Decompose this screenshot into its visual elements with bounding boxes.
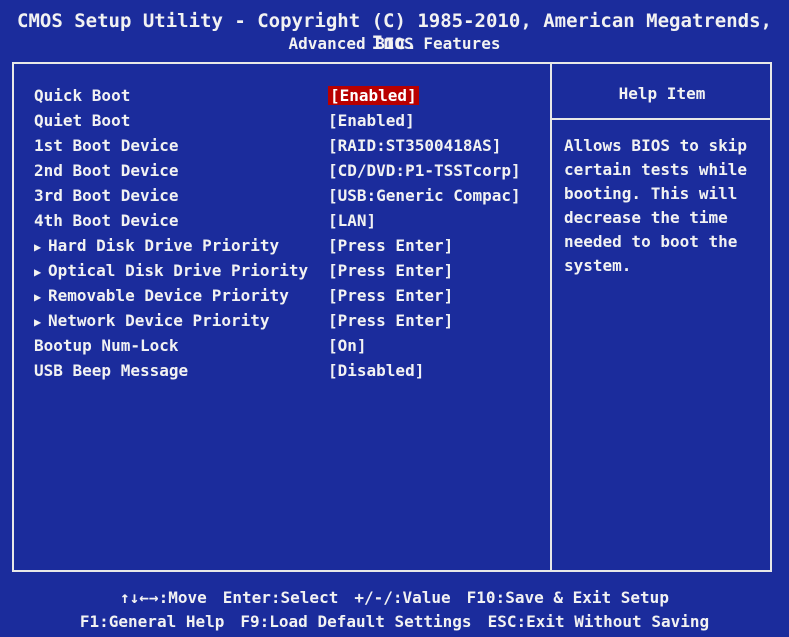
setting-label: 1st Boot Device	[34, 136, 179, 155]
help-text: Allows BIOS to skip certain tests while …	[564, 136, 748, 275]
setting-label: ▶ Removable Device Priority	[34, 286, 289, 305]
key-legend-line-2: F1:General Help F9:Load Default Settings E…	[0, 612, 789, 631]
key-legend: ↑↓←→:Move Enter:Select +/-/:Value F10:Save …	[0, 580, 789, 637]
setting-label: ▶ Network Device Priority	[34, 311, 270, 330]
bios-header: CMOS Setup Utility - Copyright (C) 1985-…	[0, 0, 789, 58]
key-hint: +/-/:Value	[354, 588, 451, 607]
setting-label: 3rd Boot Device	[34, 186, 179, 205]
key-hint: F10:Save & Exit Setup	[466, 588, 669, 607]
setting-value[interactable]: [Disabled]	[328, 361, 424, 380]
help-title: Help Item	[618, 84, 706, 103]
setting-label-text: 1st Boot Device	[34, 136, 179, 155]
setting-label-text: 4th Boot Device	[34, 211, 179, 230]
key-hint: F9:Load Default Settings	[240, 612, 472, 631]
panel-divider	[550, 64, 552, 570]
setting-label: ▶ Optical Disk Drive Priority	[34, 261, 308, 280]
key-hint: F1:General Help	[79, 612, 225, 631]
settings-frame: Quick Boot [Enabled] Quiet Boot [Enabled] 1s…	[12, 62, 772, 572]
submenu-arrow-icon: ▶	[34, 240, 42, 254]
submenu-arrow-icon: ▶	[34, 315, 42, 329]
key-legend-line-1: ↑↓←→:Move Enter:Select +/-/:Value F10:Save …	[0, 588, 789, 607]
key-hint: ↑↓←→:Move	[120, 588, 207, 607]
setting-label-text: Quick Boot	[34, 86, 131, 105]
setting-label: 4th Boot Device	[34, 211, 179, 230]
setting-value[interactable]: [RAID:ST3500418AS]	[328, 136, 501, 155]
setting-value[interactable]: [Press Enter]	[328, 286, 453, 305]
setting-value[interactable]: [Press Enter]	[328, 236, 453, 255]
setting-label-text: 3rd Boot Device	[34, 186, 179, 205]
submenu-arrow-icon: ▶	[34, 290, 42, 304]
setting-label: USB Beep Message	[34, 361, 188, 380]
setting-label-text: Removable Device Priority	[48, 286, 289, 305]
setting-value[interactable]: [On]	[328, 336, 367, 355]
setting-value[interactable]: [Press Enter]	[328, 311, 453, 330]
setting-value[interactable]: [Enabled]	[328, 111, 415, 130]
setting-label-text: 2nd Boot Device	[34, 161, 179, 180]
setting-label-text: Network Device Priority	[48, 311, 270, 330]
setting-label-text: Optical Disk Drive Priority	[48, 261, 309, 280]
setting-label: ▶ Hard Disk Drive Priority	[34, 236, 279, 255]
setting-label: Quiet Boot	[34, 111, 130, 130]
setting-label-text: Quiet Boot	[34, 111, 131, 130]
setting-value[interactable]: [CD/DVD:P1-TSSTcorp]	[328, 161, 521, 180]
setting-value[interactable]: [USB:Generic Compac]	[328, 186, 521, 205]
key-hint: Enter:Select	[222, 588, 339, 607]
setting-value[interactable]: [LAN]	[328, 211, 376, 230]
setting-label-text: USB Beep Message	[34, 361, 189, 380]
setting-label-text: Hard Disk Drive Priority	[48, 236, 280, 255]
setting-value[interactable]: [Enabled]	[328, 86, 419, 105]
help-separator	[552, 118, 772, 120]
submenu-arrow-icon: ▶	[34, 265, 42, 279]
setting-label: 2nd Boot Device	[34, 161, 179, 180]
key-hint: ESC:Exit Without Saving	[487, 612, 710, 631]
setting-value[interactable]: [Press Enter]	[328, 261, 453, 280]
page-title: Advanced BIOS Features	[288, 34, 501, 53]
setting-label: Bootup Num-Lock	[34, 336, 179, 355]
setting-label: Quick Boot	[34, 86, 130, 105]
setting-label-text: Bootup Num-Lock	[34, 336, 179, 355]
